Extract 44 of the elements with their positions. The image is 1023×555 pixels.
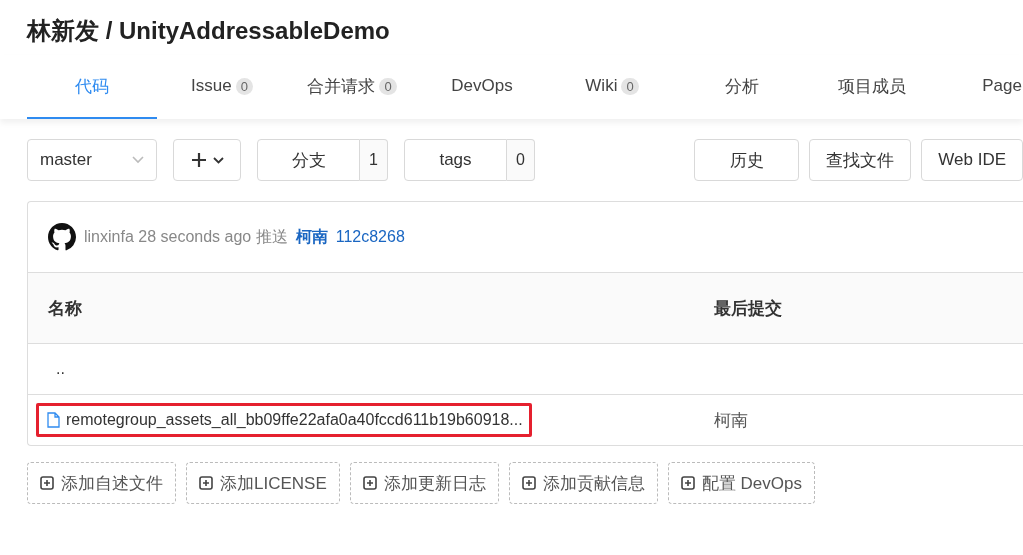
commit-hash-link[interactable]: 112c8268: [335, 228, 405, 246]
branches-count: 1: [360, 139, 388, 181]
add-file-button[interactable]: 添加贡献信息: [508, 462, 658, 504]
plus-box-icon: [362, 476, 377, 490]
tags-count: 0: [507, 139, 535, 181]
add-file-button[interactable]: 添加自述文件: [27, 462, 176, 504]
branch-link[interactable]: 柯南: [295, 226, 328, 248]
action-button[interactable]: Web IDE: [921, 139, 1023, 181]
action-button[interactable]: 查找文件: [809, 139, 912, 181]
add-file-button[interactable]: 配置 DevOps: [667, 462, 815, 504]
nav-tab[interactable]: Page: [937, 55, 1023, 119]
plus-box-icon: [40, 476, 54, 490]
chevron-down-icon: [212, 156, 224, 164]
column-header: 最后提交: [714, 297, 782, 320]
commit-info: linxinfa 28 seconds ago 推送: [84, 226, 288, 247]
github-logo-icon: [48, 223, 76, 251]
plus-icon: [190, 152, 207, 168]
nav-tab[interactable]: 代码: [27, 55, 157, 119]
plus-box-icon: [521, 476, 536, 490]
nav-tab[interactable]: DevOps: [417, 55, 547, 119]
action-button[interactable]: 历史: [694, 139, 800, 181]
tags-button[interactable]: tags: [404, 139, 507, 181]
nav-tab[interactable]: 项目成员: [807, 55, 937, 119]
file-link[interactable]: remotegroup_assets_all_bb09ffe22afa0a40fccd611b19b60918...: [36, 403, 532, 437]
count-badge: 0: [379, 77, 397, 95]
plus-box-icon: [680, 476, 695, 490]
parent-folder-link[interactable]: ..: [36, 360, 65, 377]
plus-box-icon: [199, 476, 213, 490]
branches-button[interactable]: 分支: [257, 139, 360, 181]
branch-select[interactable]: master: [27, 139, 157, 181]
nav-tab[interactable]: Issue 0: [157, 55, 287, 119]
repo-title: 林新发 / UnityAddressableDemo: [25, 16, 391, 46]
column-header: 名称: [48, 298, 82, 318]
count-badge: 0: [621, 77, 639, 95]
count-badge: 0: [235, 77, 253, 95]
nav-tab[interactable]: 合并请求 0: [287, 55, 417, 119]
chevron-down-icon: [132, 156, 144, 164]
nav-tab[interactable]: Wiki 0: [547, 55, 677, 119]
table-cell-text: 柯南: [714, 409, 748, 432]
add-file-button[interactable]: 添加LICENSE: [186, 462, 340, 504]
add-menu-button[interactable]: [173, 139, 241, 181]
add-file-button[interactable]: 添加更新日志: [349, 462, 499, 504]
file-icon: [47, 412, 60, 428]
nav-tab[interactable]: 分析: [677, 55, 807, 119]
